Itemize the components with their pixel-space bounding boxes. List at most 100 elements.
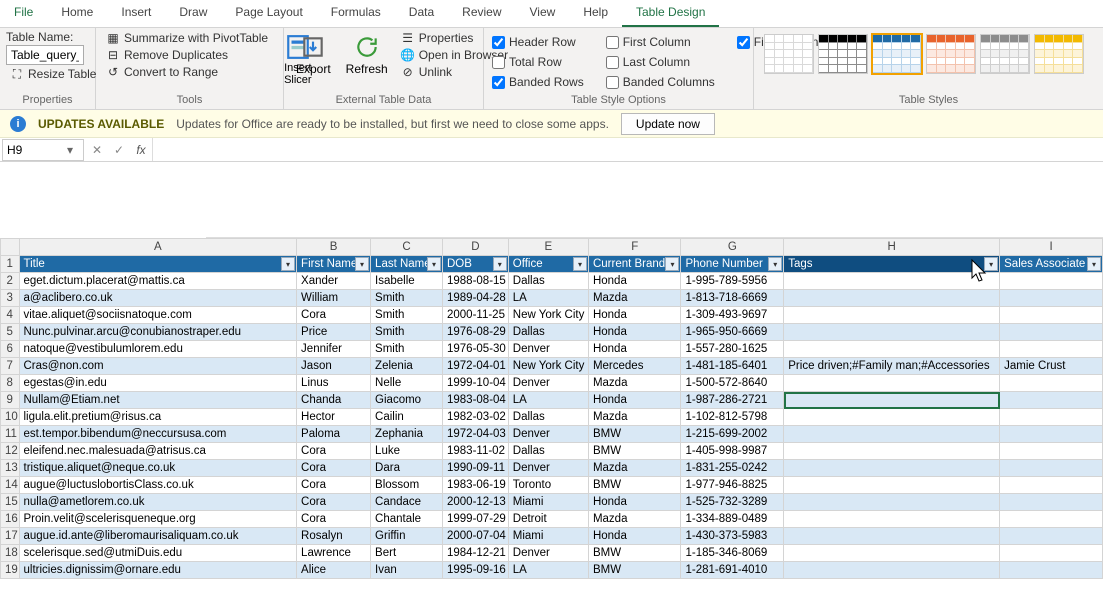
cell[interactable]: 1-481-185-6401 (681, 358, 784, 375)
table-styles-gallery[interactable] (760, 30, 1088, 78)
filter-dropdown-icon[interactable]: ▾ (427, 257, 441, 271)
filter-dropdown-icon[interactable]: ▾ (768, 257, 782, 271)
cell[interactable] (784, 324, 1000, 341)
row-header[interactable]: 13 (1, 460, 20, 477)
name-box[interactable]: ▾ (2, 139, 84, 161)
cell[interactable]: Zelenia (371, 358, 443, 375)
cell[interactable]: Smith (371, 307, 443, 324)
cell[interactable]: Linus (297, 375, 371, 392)
table-header-cell[interactable]: Tags▾ (784, 256, 1000, 273)
filter-dropdown-icon[interactable]: ▾ (665, 257, 679, 271)
col-header[interactable]: I (1000, 239, 1103, 256)
row-header[interactable]: 14 (1, 477, 20, 494)
table-header-cell[interactable]: Last Name▾ (371, 256, 443, 273)
cell[interactable]: 1-831-255-0242 (681, 460, 784, 477)
cell[interactable] (1000, 409, 1103, 426)
cell[interactable]: Mercedes (588, 358, 681, 375)
row-header[interactable]: 1 (1, 256, 20, 273)
cell[interactable]: Chanda (297, 392, 371, 409)
cell[interactable]: 1984-12-21 (443, 545, 509, 562)
cell[interactable]: Dallas (508, 443, 588, 460)
cell[interactable]: Cora (297, 307, 371, 324)
cell[interactable]: BMW (588, 545, 681, 562)
table-header-cell[interactable]: DOB▾ (443, 256, 509, 273)
row-header[interactable]: 9 (1, 392, 20, 409)
tablename-input[interactable] (6, 45, 84, 65)
update-now-button[interactable]: Update now (621, 113, 715, 135)
formula-input[interactable] (152, 138, 1103, 161)
cell[interactable] (1000, 494, 1103, 511)
cell[interactable]: 1-102-812-5798 (681, 409, 784, 426)
cell[interactable]: 1999-07-29 (443, 511, 509, 528)
convert-range-button[interactable]: ↺Convert to Range (102, 64, 272, 80)
cell[interactable] (784, 562, 1000, 579)
cell[interactable]: Jennifer (297, 341, 371, 358)
cell[interactable]: Paloma (297, 426, 371, 443)
refresh-button[interactable]: Refresh (343, 30, 391, 80)
cell[interactable] (784, 375, 1000, 392)
summarize-pivot-button[interactable]: ▦Summarize with PivotTable (102, 30, 272, 46)
filter-dropdown-icon[interactable]: ▾ (1087, 257, 1101, 271)
cell[interactable]: ultricies.dignissim@ornare.edu (19, 562, 297, 579)
row-header[interactable]: 18 (1, 545, 20, 562)
cell[interactable] (1000, 460, 1103, 477)
cell[interactable]: 2000-11-25 (443, 307, 509, 324)
cell[interactable]: Honda (588, 324, 681, 341)
cell[interactable]: eleifend.nec.malesuada@atrisus.ca (19, 443, 297, 460)
table-header-cell[interactable]: Sales Associate▾ (1000, 256, 1103, 273)
cell[interactable]: Dallas (508, 324, 588, 341)
cell[interactable] (1000, 562, 1103, 579)
cell[interactable]: 1990-09-11 (443, 460, 509, 477)
tab-home[interactable]: Home (47, 0, 107, 27)
cell[interactable]: 1983-08-04 (443, 392, 509, 409)
cell[interactable] (784, 528, 1000, 545)
cell[interactable]: Hector (297, 409, 371, 426)
cell[interactable]: 1972-04-03 (443, 426, 509, 443)
cell[interactable]: William (297, 290, 371, 307)
header-row-check[interactable]: Header Row (490, 34, 586, 50)
cell[interactable]: ligula.elit.pretium@risus.ca (19, 409, 297, 426)
cell[interactable]: augue@luctuslobortisClass.co.uk (19, 477, 297, 494)
cell[interactable]: nulla@ametlorem.co.uk (19, 494, 297, 511)
cell[interactable]: LA (508, 290, 588, 307)
tab-draw[interactable]: Draw (165, 0, 221, 27)
total-row-check[interactable]: Total Row (490, 54, 586, 70)
cell[interactable]: Cras@non.com (19, 358, 297, 375)
style-swatch[interactable] (1034, 34, 1084, 74)
cell[interactable] (1000, 375, 1103, 392)
cell[interactable] (784, 392, 1000, 409)
cell[interactable]: est.tempor.bibendum@neccursusa.com (19, 426, 297, 443)
col-header[interactable]: F (588, 239, 681, 256)
tab-file[interactable]: File (0, 0, 47, 27)
enter-icon[interactable]: ✓ (108, 143, 130, 157)
cell[interactable] (784, 341, 1000, 358)
cell[interactable]: eget.dictum.placerat@mattis.ca (19, 273, 297, 290)
cancel-icon[interactable]: ✕ (86, 143, 108, 157)
cell[interactable]: 2000-07-04 (443, 528, 509, 545)
cell[interactable] (784, 494, 1000, 511)
filter-dropdown-icon[interactable]: ▾ (281, 257, 295, 271)
col-header[interactable]: G (681, 239, 784, 256)
cell[interactable]: a@aclibero.co.uk (19, 290, 297, 307)
cell[interactable]: 1976-05-30 (443, 341, 509, 358)
col-header[interactable]: E (508, 239, 588, 256)
banded-rows-check[interactable]: Banded Rows (490, 74, 586, 90)
style-swatch[interactable] (980, 34, 1030, 74)
cell[interactable] (784, 511, 1000, 528)
cell[interactable]: LA (508, 392, 588, 409)
row-header[interactable]: 8 (1, 375, 20, 392)
cell[interactable]: Rosalyn (297, 528, 371, 545)
cell[interactable]: augue.id.ante@liberomaurisaliquam.co.uk (19, 528, 297, 545)
cell[interactable]: Dallas (508, 409, 588, 426)
cell[interactable]: Proin.velit@scelerisqueneque.org (19, 511, 297, 528)
cell[interactable]: 1-185-346-8069 (681, 545, 784, 562)
cell[interactable]: 1-965-950-6669 (681, 324, 784, 341)
cell[interactable]: Giacomo (371, 392, 443, 409)
cell[interactable]: Honda (588, 392, 681, 409)
name-box-dropdown-icon[interactable]: ▾ (63, 143, 77, 157)
cell[interactable]: Mazda (588, 409, 681, 426)
cell[interactable]: Cora (297, 511, 371, 528)
col-header[interactable]: H (784, 239, 1000, 256)
cell[interactable]: New York City (508, 358, 588, 375)
cell[interactable]: LA (508, 562, 588, 579)
